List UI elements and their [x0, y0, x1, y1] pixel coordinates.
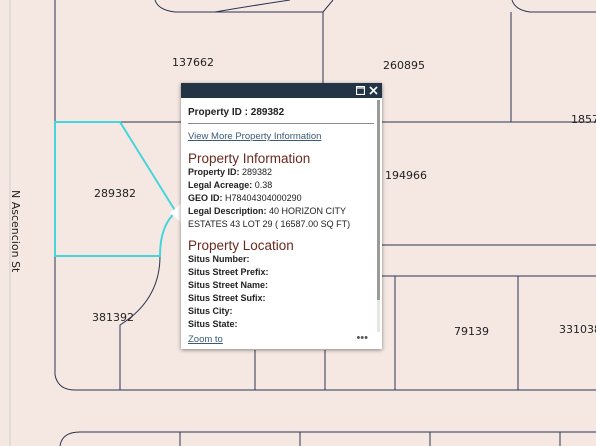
scrollbar-thumb[interactable] — [377, 100, 380, 300]
section-title-info: Property Information — [188, 151, 311, 166]
field-value: 0.38 — [254, 180, 273, 190]
field-row: Situs Street Sufix: — [188, 292, 374, 305]
field-row: GEO ID: H78404304000290 — [188, 192, 374, 205]
popup-titlebar — [181, 83, 382, 98]
field-row: Situs State: — [188, 318, 374, 331]
property-popup: Property ID : 289382 View More Property … — [181, 83, 382, 349]
field-row: Situs Street Prefix: — [188, 266, 374, 279]
field-row: Situs Street Name: — [188, 279, 374, 292]
field-label: Property ID: — [188, 167, 240, 177]
field-value: 289382 — [242, 167, 273, 177]
parcel-label: 381392 — [92, 311, 134, 324]
field-row: Legal Acreage: 0.38 — [188, 179, 374, 192]
parcel-label: 260895 — [383, 59, 425, 72]
field-row: Situs Number: — [188, 253, 374, 266]
parcel-label: 194966 — [385, 169, 427, 182]
field-label: GEO ID: — [188, 193, 223, 203]
popup-heading: Property ID : 289382 — [188, 107, 374, 124]
section-title-location: Property Location — [188, 238, 294, 253]
parcel-label: 79139 — [454, 325, 489, 338]
street-label: N Ascencion St — [9, 190, 22, 273]
field-label: Situs Street Sufix: — [188, 293, 266, 303]
field-row: Legal Description: 40 HORIZON CITY ESTAT… — [188, 205, 374, 231]
more-info-link[interactable]: View More Property Information — [188, 131, 374, 142]
parcel-label: 289382 — [94, 187, 136, 200]
field-label: Legal Description: — [188, 206, 267, 216]
popup-content[interactable]: Property ID : 289382 View More Property … — [181, 98, 374, 334]
field-label: Situs City: — [188, 306, 233, 316]
field-row: Situs City: — [188, 305, 374, 318]
field-label: Situs Street Name: — [188, 280, 269, 290]
parcel-label: 331038 — [559, 323, 596, 336]
field-label: Situs Street Prefix: — [188, 267, 269, 277]
zoom-to-link[interactable]: Zoom to — [188, 334, 223, 345]
maximize-icon[interactable] — [355, 84, 366, 98]
field-value: H78404304000290 — [225, 193, 302, 203]
ellipsis-icon[interactable]: ••• — [356, 332, 368, 344]
field-label: Situs Number: — [188, 254, 250, 264]
close-icon[interactable] — [369, 84, 378, 98]
parcel-label: 137662 — [172, 56, 214, 69]
parcel-label: 1857 — [571, 113, 596, 126]
field-label: Legal Acreage: — [188, 180, 253, 190]
popup-footer: Zoom to ••• — [181, 332, 382, 349]
field-row: Property ID: 289382 — [188, 166, 374, 179]
popup-scrollbar[interactable] — [377, 100, 380, 332]
field-label: Situs State: — [188, 319, 238, 329]
